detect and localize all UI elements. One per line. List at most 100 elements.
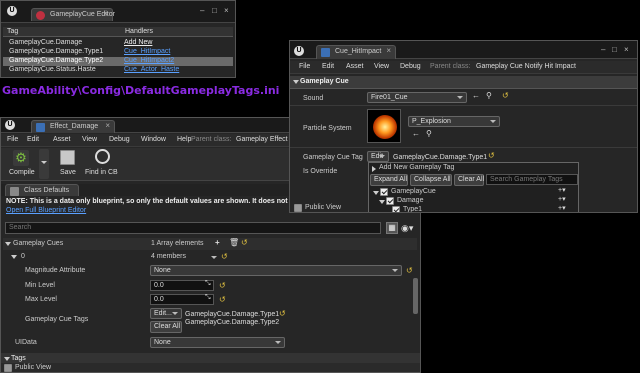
- minimize-icon[interactable]: –: [601, 45, 605, 54]
- magnitude-attribute-select[interactable]: None: [150, 265, 402, 276]
- compile-options-dropdown[interactable]: [39, 149, 49, 179]
- menu-window[interactable]: Window: [141, 136, 166, 143]
- menu-asset[interactable]: Asset: [346, 63, 364, 70]
- menu-file[interactable]: File: [299, 63, 310, 70]
- property-matrix-icon[interactable]: ▦: [386, 222, 398, 234]
- tab-cue-hitimpact[interactable]: Cue_HitImpact ×: [316, 45, 396, 59]
- reset-arrow-icon[interactable]: ↺: [502, 91, 509, 100]
- tag-tree-item[interactable]: Damage +▾: [372, 195, 572, 206]
- menu-view[interactable]: View: [82, 136, 97, 143]
- handler-link[interactable]: Cue_HitImpact2: [124, 57, 174, 64]
- add-subtag-icon[interactable]: +▾: [558, 204, 566, 212]
- window-close-icon[interactable]: ×: [624, 45, 629, 54]
- expand-arrow-icon[interactable]: [11, 255, 17, 259]
- tag-search-input[interactable]: Search Gameplay Tags: [486, 174, 578, 185]
- col-tag-header[interactable]: Tag: [7, 28, 18, 35]
- tag-picker-popup: Add New Gameplay Tag Expand All Collapse…: [368, 162, 579, 212]
- public-view-row: Public View: [292, 203, 372, 212]
- reset-arrow-icon[interactable]: ↺: [219, 281, 226, 290]
- clear-all-button[interactable]: Clear All: [454, 174, 484, 186]
- element-options-icon[interactable]: [211, 256, 217, 259]
- cue-tags-clear-button[interactable]: Clear All: [150, 321, 182, 333]
- tag-row[interactable]: GameplayCue.Damage Add New: [3, 39, 233, 48]
- tag-checkbox[interactable]: [380, 188, 388, 196]
- add-element-icon[interactable]: +: [215, 238, 220, 247]
- maximize-icon[interactable]: □: [212, 6, 217, 15]
- tag-tree-item[interactable]: Type1 +▾: [372, 204, 572, 212]
- reset-arrow-icon[interactable]: ↺: [219, 295, 226, 304]
- drag-value-icon[interactable]: ⤡: [205, 294, 211, 302]
- reset-arrow-icon[interactable]: ↺: [488, 151, 495, 160]
- reset-arrow-icon[interactable]: ↺: [221, 252, 228, 261]
- reset-arrow-icon[interactable]: ↺: [279, 309, 286, 318]
- particle-thumbnail[interactable]: [367, 109, 401, 143]
- tag-checkbox[interactable]: [392, 206, 400, 212]
- tag-tree-item[interactable]: GameplayCue +▾: [372, 186, 572, 197]
- tag-cell: GameplayCue.Damage: [9, 39, 83, 46]
- handler-link[interactable]: Cue_HitImpact: [124, 48, 170, 55]
- browse-magnifier-icon[interactable]: ⚲: [426, 129, 432, 138]
- menu-edit[interactable]: Edit: [27, 136, 39, 143]
- save-icon: [60, 150, 75, 165]
- max-level-label: Max Level: [25, 296, 57, 303]
- maximize-icon[interactable]: □: [612, 45, 617, 54]
- tag-checkbox[interactable]: [386, 197, 394, 205]
- use-selected-arrow-icon[interactable]: ←: [412, 129, 420, 138]
- menu-view[interactable]: View: [374, 63, 389, 70]
- collapse-all-button[interactable]: Collapse All: [410, 174, 452, 186]
- tab-class-defaults[interactable]: Class Defaults: [5, 184, 79, 196]
- open-full-editor-link[interactable]: Open Full Blueprint Editor: [6, 207, 86, 214]
- reset-arrow-icon[interactable]: ↺: [406, 266, 413, 275]
- menu-file[interactable]: File: [7, 136, 18, 143]
- menu-debug[interactable]: Debug: [109, 136, 130, 143]
- cue-tags-edit-button[interactable]: Edit...: [150, 308, 182, 319]
- tag-row-selected[interactable]: GameplayCue.Damage.Type2 Cue_HitImpact2: [3, 57, 233, 66]
- tag-tree-label: Damage: [397, 197, 424, 204]
- find-in-cb-button[interactable]: Find in CB: [85, 149, 121, 179]
- handler-link[interactable]: Add New: [124, 39, 152, 46]
- add-subtag-icon[interactable]: +▾: [558, 195, 566, 203]
- drag-value-icon[interactable]: ⤡: [205, 280, 211, 288]
- public-view-checkbox[interactable]: [294, 204, 302, 212]
- uidata-select[interactable]: None: [150, 337, 285, 348]
- max-level-value: 0.0: [154, 296, 164, 303]
- col-handlers-header[interactable]: Handlers: [125, 28, 153, 35]
- parent-class-value[interactable]: Gameplay Cue Notify Hit Impact: [476, 63, 576, 70]
- delete-all-icon[interactable]: 🗑: [229, 238, 239, 247]
- close-icon[interactable]: ×: [386, 46, 391, 55]
- menu-help[interactable]: Help: [177, 136, 191, 143]
- tag-row[interactable]: GameplayCue.Status.Haste Cue_Actor_Haste: [3, 66, 233, 75]
- browse-magnifier-icon[interactable]: ⚲: [486, 91, 492, 100]
- cue-tag-edit-button[interactable]: Edit: [367, 151, 389, 162]
- close-icon[interactable]: ×: [105, 121, 110, 130]
- gameplay-cue-section-header[interactable]: Gameplay Cue: [290, 76, 637, 89]
- add-subtag-icon[interactable]: +▾: [558, 186, 566, 194]
- menu-asset[interactable]: Asset: [53, 136, 71, 143]
- window-close-icon[interactable]: ×: [224, 6, 229, 15]
- expand-arrow-icon[interactable]: [5, 242, 11, 246]
- particle-system-value: P_Explosion: [412, 118, 451, 125]
- tag-row[interactable]: GameplayCue.Damage.Type1 Cue_HitImpact: [3, 48, 233, 57]
- hit-impact-menubar: File Edit Asset View Debug Parent class:…: [290, 61, 637, 74]
- minimize-icon[interactable]: –: [200, 6, 204, 15]
- view-options-icon[interactable]: ◉▾: [401, 222, 419, 234]
- menu-debug[interactable]: Debug: [400, 63, 421, 70]
- particle-system-select[interactable]: P_Explosion: [408, 116, 500, 127]
- menu-edit[interactable]: Edit: [322, 63, 334, 70]
- parent-class-value[interactable]: Gameplay Effect: [236, 136, 288, 143]
- details-search-input[interactable]: Search: [5, 222, 381, 234]
- add-new-tag-row[interactable]: Add New Gameplay Tag: [371, 164, 571, 173]
- tab-gameplaycue-editor[interactable]: GameplayCue Editor ×: [31, 8, 115, 21]
- details-scrollbar[interactable]: [413, 278, 418, 314]
- use-selected-arrow-icon[interactable]: ←: [472, 91, 480, 100]
- save-button[interactable]: Save: [53, 149, 83, 179]
- sound-select[interactable]: Fire01_Cue: [367, 92, 467, 103]
- blueprint-tab-icon: [36, 123, 45, 132]
- expand-all-button[interactable]: Expand All: [370, 174, 408, 186]
- close-icon[interactable]: ×: [103, 9, 108, 18]
- compile-button[interactable]: ⚙ Compile: [5, 149, 39, 179]
- reset-arrow-icon[interactable]: ↺: [241, 238, 248, 247]
- handler-link[interactable]: Cue_Actor_Haste: [124, 66, 179, 73]
- tab-effect-damage[interactable]: Effect_Damage ×: [31, 120, 115, 133]
- public-view-checkbox[interactable]: [4, 364, 12, 372]
